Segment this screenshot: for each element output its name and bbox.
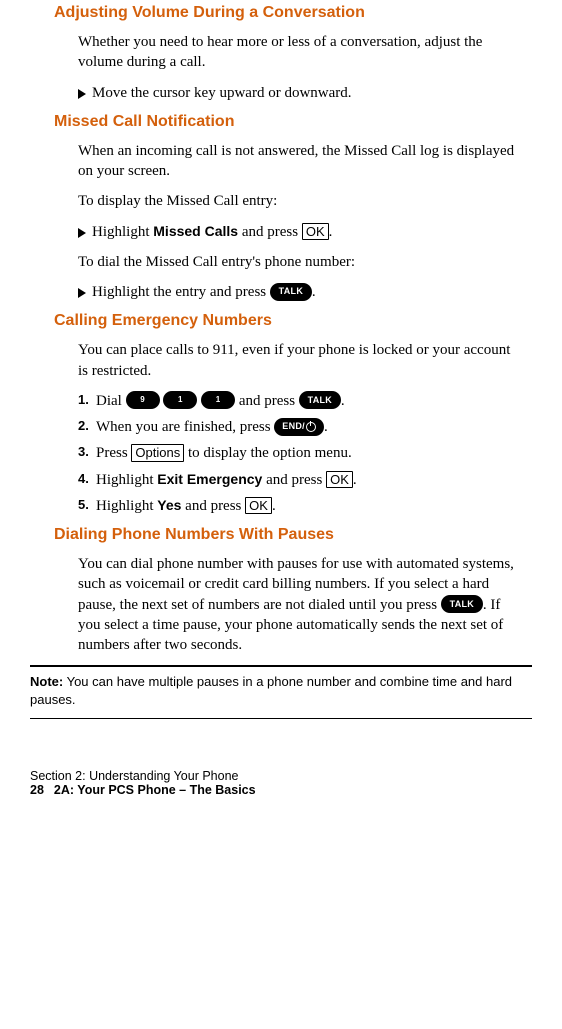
para-missed-call-3: To dial the Missed Call entry's phone nu… bbox=[78, 252, 522, 272]
bullet-highlight-entry: Highlight the entry and press TALK. bbox=[78, 282, 522, 302]
triangle-icon bbox=[78, 228, 86, 238]
text-fragment: Highlight bbox=[96, 472, 157, 488]
heading-dialing-pauses: Dialing Phone Numbers With Pauses bbox=[54, 526, 522, 544]
text-fragment: and press bbox=[235, 393, 299, 409]
text-fragment: and press bbox=[262, 472, 326, 488]
text-fragment: to display the option menu. bbox=[184, 445, 351, 461]
text-fragment: . bbox=[341, 393, 345, 409]
ok-key: OK bbox=[326, 471, 353, 489]
heading-emergency: Calling Emergency Numbers bbox=[54, 312, 522, 330]
text-fragment: and press bbox=[181, 498, 245, 514]
step-4: 4. Highlight Exit Emergency and press OK… bbox=[78, 470, 522, 490]
ok-key: OK bbox=[245, 497, 272, 515]
page-footer: Section 2: Understanding Your Phone 28 2A… bbox=[30, 769, 532, 797]
text-fragment: and press bbox=[238, 224, 302, 240]
text-fragment: . bbox=[324, 419, 328, 435]
para-missed-call-2: To display the Missed Call entry: bbox=[78, 191, 522, 211]
one-key: 1 bbox=[201, 391, 235, 409]
para-emergency: You can place calls to 911, even if your… bbox=[78, 340, 522, 381]
step-text: Press Options to display the option menu… bbox=[96, 443, 352, 463]
text-fragment: . bbox=[312, 284, 316, 300]
text-fragment: Highlight the entry and press bbox=[92, 284, 270, 300]
para-dialing-pauses: You can dial phone number with pauses fo… bbox=[78, 554, 522, 655]
text-fragment: Highlight bbox=[92, 224, 153, 240]
ok-key: OK bbox=[302, 223, 329, 241]
divider-top bbox=[30, 665, 532, 667]
step-5: 5. Highlight Yes and press OK. bbox=[78, 496, 522, 516]
section3-body: You can place calls to 911, even if your… bbox=[54, 340, 522, 516]
bold-missed-calls: Missed Calls bbox=[153, 223, 238, 239]
para-missed-call-1: When an incoming call is not answered, t… bbox=[78, 141, 522, 182]
step-number: 2. bbox=[78, 417, 92, 437]
bullet-text: Highlight Missed Calls and press OK. bbox=[92, 222, 332, 242]
page-number: 28 bbox=[30, 783, 44, 797]
step-number: 1. bbox=[78, 391, 92, 411]
bullet-highlight-missed-calls: Highlight Missed Calls and press OK. bbox=[78, 222, 522, 242]
text-fragment: . bbox=[353, 472, 357, 488]
end-label: END/ bbox=[282, 420, 305, 432]
one-key: 1 bbox=[163, 391, 197, 409]
talk-key: TALK bbox=[441, 595, 483, 613]
para-adjust-volume: Whether you need to hear more or less of… bbox=[78, 32, 522, 73]
heading-adjust-volume: Adjusting Volume During a Conversation bbox=[54, 4, 522, 22]
power-icon bbox=[306, 422, 316, 432]
text-fragment: Highlight bbox=[96, 498, 157, 514]
footer-line1: Section 2: Understanding Your Phone bbox=[30, 769, 532, 783]
footer-line2: 28 2A: Your PCS Phone – The Basics bbox=[30, 783, 532, 797]
step-2: 2. When you are finished, press END/. bbox=[78, 417, 522, 437]
bold-yes: Yes bbox=[157, 497, 181, 513]
note-text: You can have multiple pauses in a phone … bbox=[30, 674, 512, 707]
bold-exit-emergency: Exit Emergency bbox=[157, 471, 262, 487]
section4-body: You can dial phone number with pauses fo… bbox=[54, 554, 522, 655]
options-key: Options bbox=[131, 444, 184, 462]
talk-key: TALK bbox=[299, 391, 341, 409]
emergency-steps: 1. Dial 9 1 1 and press TALK. 2. When yo… bbox=[78, 391, 522, 516]
text-fragment: When you are finished, press bbox=[96, 419, 274, 435]
triangle-icon bbox=[78, 288, 86, 298]
step-number: 4. bbox=[78, 470, 92, 490]
divider-bottom bbox=[30, 718, 532, 719]
text-fragment: . bbox=[329, 224, 333, 240]
bullet-text: Highlight the entry and press TALK. bbox=[92, 282, 316, 302]
heading-missed-call: Missed Call Notification bbox=[54, 113, 522, 131]
nine-key: 9 bbox=[126, 391, 160, 409]
step-number: 5. bbox=[78, 496, 92, 516]
step-text: Highlight Yes and press OK. bbox=[96, 496, 276, 516]
triangle-icon bbox=[78, 89, 86, 99]
text-fragment: Dial bbox=[96, 393, 126, 409]
step-text: When you are finished, press END/. bbox=[96, 417, 328, 437]
section1-body: Whether you need to hear more or less of… bbox=[54, 32, 522, 103]
step-text: Dial 9 1 1 and press TALK. bbox=[96, 391, 345, 411]
step-text: Highlight Exit Emergency and press OK. bbox=[96, 470, 357, 490]
footer-chapter: 2A: Your PCS Phone – The Basics bbox=[54, 783, 256, 797]
bullet-text: Move the cursor key upward or downward. bbox=[92, 83, 352, 103]
end-key: END/ bbox=[274, 418, 324, 436]
document-page: Adjusting Volume During a Conversation W… bbox=[0, 4, 562, 797]
main-content: Adjusting Volume During a Conversation W… bbox=[30, 4, 532, 655]
section2-body: When an incoming call is not answered, t… bbox=[54, 141, 522, 303]
text-fragment: Press bbox=[96, 445, 131, 461]
note-block: Note: You can have multiple pauses in a … bbox=[30, 673, 532, 708]
note-label: Note: bbox=[30, 674, 63, 689]
text-fragment: . bbox=[272, 498, 276, 514]
step-number: 3. bbox=[78, 443, 92, 463]
step-1: 1. Dial 9 1 1 and press TALK. bbox=[78, 391, 522, 411]
talk-key: TALK bbox=[270, 283, 312, 301]
bullet-move-cursor: Move the cursor key upward or downward. bbox=[78, 83, 522, 103]
step-3: 3. Press Options to display the option m… bbox=[78, 443, 522, 463]
